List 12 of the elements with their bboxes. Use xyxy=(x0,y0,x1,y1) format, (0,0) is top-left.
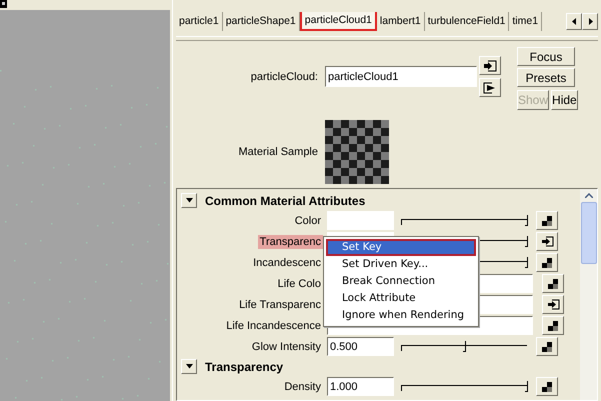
attribute-label: Transparenc xyxy=(258,234,323,248)
attribute-label: Glow Intensity xyxy=(250,340,322,354)
section-title: Common Material Attributes xyxy=(205,194,366,208)
attribute-label: Life Incandescence xyxy=(225,318,322,332)
attribute-label: Incandescenc xyxy=(252,256,322,270)
attribute-label: Color xyxy=(294,214,322,228)
node-name-label: particleCloud: xyxy=(250,70,319,82)
attribute-label: Life Transparenc xyxy=(238,298,322,312)
attribute-label: Density xyxy=(283,380,322,394)
attribute-label: Life Colo xyxy=(276,276,322,290)
section-title: Transparency xyxy=(205,360,284,374)
material-sample-label: Material Sample xyxy=(238,146,319,158)
